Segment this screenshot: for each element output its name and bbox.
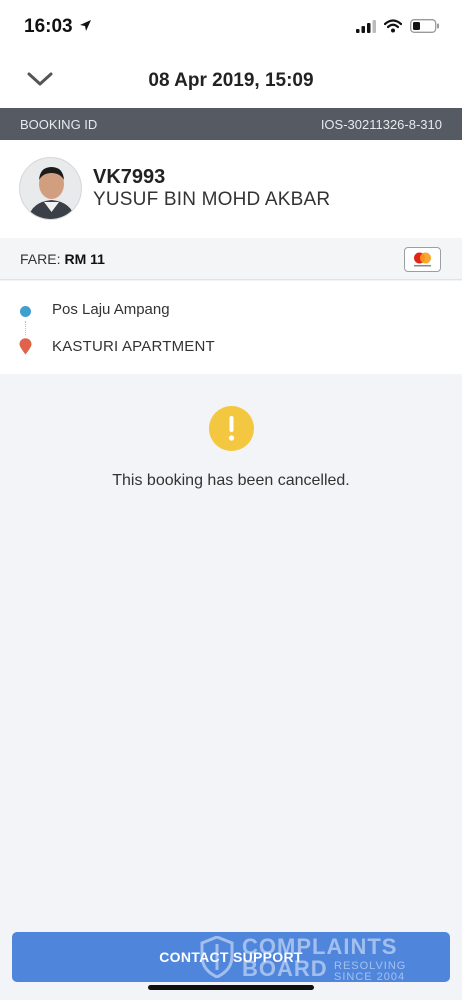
status-bar: 16:03: [0, 0, 462, 56]
status-indicators: [356, 19, 440, 38]
fare-label-group: FARE: RM 11: [20, 251, 105, 267]
battery-icon: [410, 19, 440, 38]
route-card: Pos Laju Ampang KASTURI APARTMENT: [0, 281, 462, 374]
pickup-dot-icon: [20, 306, 31, 317]
nav-header: 08 Apr 2019, 15:09: [0, 56, 462, 108]
fare-label: FARE:: [20, 251, 61, 267]
home-indicator[interactable]: [148, 985, 314, 990]
wifi-icon: [383, 19, 403, 38]
watermark-line2: BOARD: [242, 956, 328, 981]
booking-id-label: BOOKING ID: [20, 116, 98, 132]
booking-id-bar: BOOKING ID IOS-30211326-8-310: [0, 108, 462, 140]
dropoff-pin-icon: [19, 338, 32, 360]
location-arrow-icon: [79, 19, 92, 37]
watermark-side2: SINCE 2004: [334, 971, 406, 983]
driver-avatar: [19, 157, 82, 220]
driver-card: VK7993 YUSUF BIN MOHD AKBAR: [0, 140, 462, 238]
dropoff-location: KASTURI APARTMENT: [52, 338, 215, 355]
fare-value: RM 11: [64, 251, 105, 267]
booking-id-value: IOS-30211326-8-310: [320, 116, 442, 132]
cancellation-message: This booking has been cancelled.: [112, 472, 350, 489]
pickup-location: Pos Laju Ampang: [52, 301, 170, 318]
route-connector: [25, 321, 26, 335]
exclamation-icon: [209, 406, 254, 451]
vehicle-plate: VK7993: [93, 166, 166, 188]
mastercard-icon: [404, 247, 441, 272]
fare-row: FARE: RM 11: [0, 238, 462, 280]
driver-name: YUSUF BIN MOHD AKBAR: [93, 189, 331, 210]
signal-icon: [356, 19, 376, 38]
shield-icon: [200, 935, 234, 983]
watermark: COMPLAINTS BOARD RESOLVING SINCE 2004: [200, 934, 420, 983]
status-time: 16:03: [24, 16, 73, 37]
page-title: 08 Apr 2019, 15:09: [148, 70, 314, 91]
